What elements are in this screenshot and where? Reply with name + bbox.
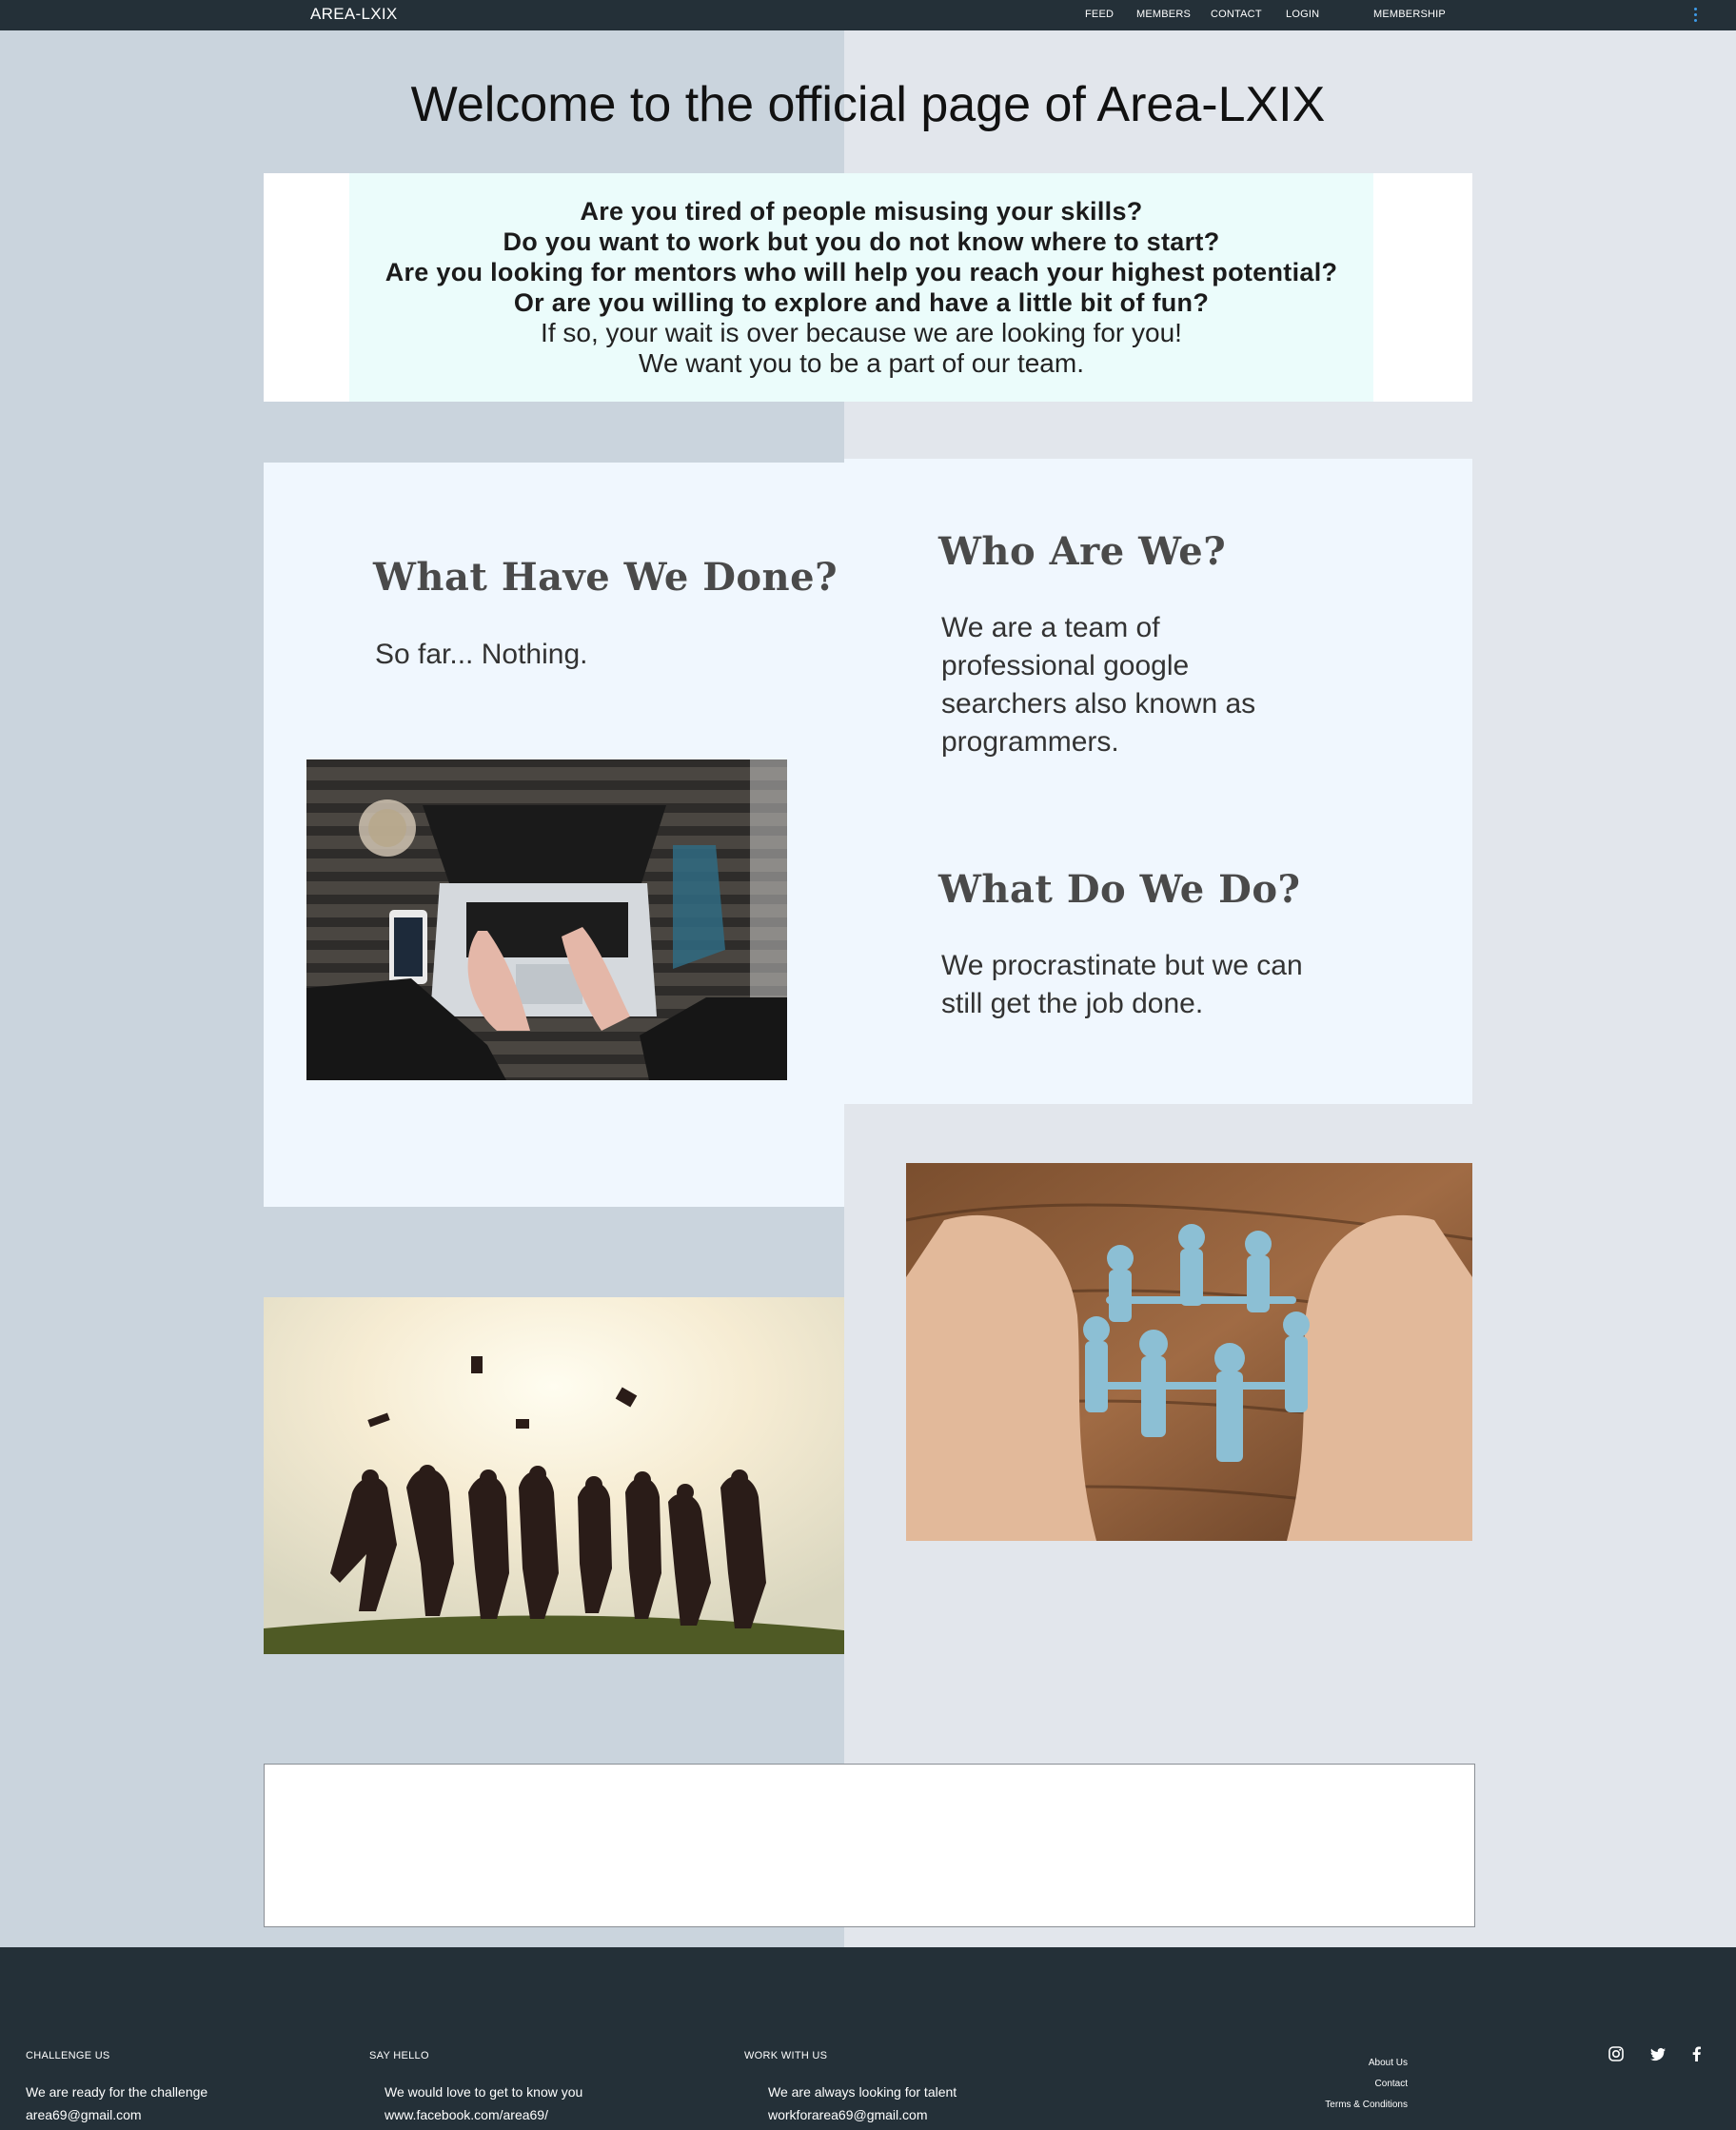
vertical-dots-icon[interactable] bbox=[1692, 5, 1700, 24]
intro-question: Do you want to work but you do not know … bbox=[503, 227, 1220, 256]
what-do-we-do-text: We procrastinate but we can still get th… bbox=[941, 950, 1303, 1019]
footer-link-terms[interactable]: Terms & Conditions bbox=[1237, 2100, 1408, 2110]
footer-link-contact[interactable]: Contact bbox=[1237, 2079, 1408, 2089]
graduates-jumping-photo bbox=[264, 1297, 844, 1654]
what-have-we-done-heading: What Have We Done? bbox=[373, 555, 838, 600]
footer-work-email[interactable]: workforarea69@gmail.com bbox=[768, 2103, 928, 2126]
what-have-we-done-text: So far... Nothing. bbox=[375, 639, 588, 670]
footer-hello-text: We would love to get to know you bbox=[385, 2084, 583, 2100]
footer-work-heading: WORK WITH US bbox=[744, 2050, 828, 2061]
footer-work-text: We are always looking for talent bbox=[768, 2084, 957, 2100]
footer-challenge-email[interactable]: area69@gmail.com bbox=[26, 2103, 142, 2126]
nav-link-membership[interactable]: MEMBERSHIP bbox=[1373, 9, 1446, 20]
what-do-we-do-heading: What Do We Do? bbox=[938, 867, 1301, 912]
nav-link-feed[interactable]: FEED bbox=[1085, 9, 1114, 20]
intro-question: Are you tired of people misusing your sk… bbox=[580, 197, 1143, 226]
nav-link-login[interactable]: LOGIN bbox=[1286, 9, 1319, 20]
nav-link-members[interactable]: MEMBERS bbox=[1136, 9, 1191, 20]
who-are-we-text: We are a team of professional google sea… bbox=[941, 612, 1256, 758]
intro-line: We want you to be a part of our team. bbox=[639, 348, 1084, 378]
intro-text-box: Are you tired of people misusing your sk… bbox=[349, 173, 1373, 402]
page-title: Welcome to the official page of Area-LXI… bbox=[410, 77, 1326, 132]
footer-challenge-heading: CHALLENGE US bbox=[26, 2050, 110, 2061]
nav-link-contact[interactable]: CONTACT bbox=[1211, 9, 1262, 20]
footer-hello-heading: SAY HELLO bbox=[369, 2050, 429, 2061]
intro-line: If so, your wait is over because we are … bbox=[541, 318, 1182, 347]
facebook-icon[interactable] bbox=[1687, 2044, 1706, 2063]
who-are-we-heading: Who Are We? bbox=[938, 529, 1227, 574]
top-navigation-bar: AREA-LXIX FEED MEMBERS CONTACT LOGIN MEM… bbox=[0, 0, 1736, 30]
footer: CHALLENGE US We are ready for the challe… bbox=[0, 1947, 1736, 2130]
intro-question: Are you looking for mentors who will hel… bbox=[385, 258, 1338, 286]
footer-challenge-text: We are ready for the challenge bbox=[26, 2084, 208, 2100]
twitter-icon[interactable] bbox=[1648, 2044, 1667, 2063]
footer-link-about-us[interactable]: About Us bbox=[1237, 2058, 1408, 2068]
intro-question: Or are you willing to explore and have a… bbox=[513, 288, 1210, 317]
footer-hello-link[interactable]: www.facebook.com/area69/ bbox=[385, 2103, 548, 2126]
laptop-typing-photo bbox=[306, 759, 787, 1080]
brand-logo[interactable]: AREA-LXIX bbox=[310, 5, 398, 24]
instagram-icon[interactable] bbox=[1607, 2044, 1626, 2063]
embedded-content-box bbox=[264, 1764, 1475, 1927]
hands-paper-people-circle-photo bbox=[906, 1163, 1472, 1541]
